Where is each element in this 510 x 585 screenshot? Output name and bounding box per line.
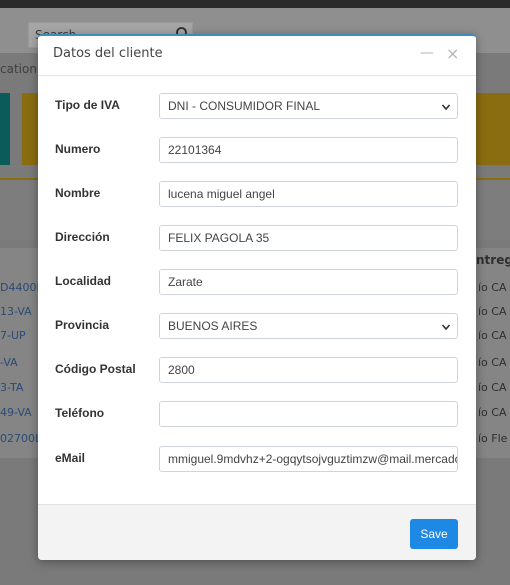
form-row-provincia: Provincia BUENOS AIRES bbox=[38, 313, 476, 339]
numero-input[interactable]: 22101364 bbox=[159, 137, 458, 163]
form-row-localidad: Localidad Zarate bbox=[38, 269, 476, 295]
table-row-shipping: ío CA bbox=[478, 356, 507, 369]
table-row-id[interactable]: 7-UP bbox=[0, 329, 26, 342]
form-row-email: eMail mmiguel.9mdvhz+2-ogqytsojvguztimzw… bbox=[38, 446, 476, 472]
table-row-shipping: ío CA bbox=[478, 381, 507, 394]
email-label: eMail bbox=[55, 451, 86, 465]
table-row-shipping: ío CA bbox=[478, 281, 507, 294]
nombre-label: Nombre bbox=[55, 186, 101, 200]
provincia-label: Provincia bbox=[55, 318, 110, 332]
form-row-tipo-iva: Tipo de IVA DNI - CONSUMIDOR FINAL bbox=[38, 93, 476, 119]
modal-header: Datos del cliente — × bbox=[38, 36, 476, 76]
tipo-iva-label: Tipo de IVA bbox=[55, 98, 120, 112]
direccion-input[interactable]: FELIX PAGOLA 35 bbox=[159, 225, 458, 251]
table-row-shipping: ío CA bbox=[478, 329, 507, 342]
table-row-shipping: ío Fle bbox=[478, 432, 508, 445]
table-row-id[interactable]: 3-TA bbox=[0, 381, 23, 394]
table-row-id[interactable]: 13-VA bbox=[0, 305, 32, 318]
form-row-telefono: Teléfono bbox=[38, 401, 476, 427]
client-modal: Datos del cliente — × Tipo de IVA DNI - … bbox=[38, 34, 476, 560]
table-row-id[interactable]: D4400L bbox=[0, 281, 43, 294]
form-row-direccion: Dirección FELIX PAGOLA 35 bbox=[38, 225, 476, 251]
tipo-iva-select[interactable]: DNI - CONSUMIDOR FINAL bbox=[159, 93, 458, 119]
provincia-select[interactable]: BUENOS AIRES bbox=[159, 313, 458, 339]
stat-card-yellow-right bbox=[476, 93, 510, 165]
chevron-down-icon bbox=[441, 324, 451, 331]
localidad-label: Localidad bbox=[55, 274, 112, 288]
table-row-id[interactable]: -VA bbox=[0, 356, 18, 369]
modal-footer: Save bbox=[38, 504, 476, 560]
numero-label: Numero bbox=[55, 142, 101, 156]
table-header-entrega: ntrega bbox=[476, 253, 510, 267]
minimize-icon[interactable]: — bbox=[420, 45, 434, 61]
stat-card-teal bbox=[0, 93, 10, 165]
table-row-shipping: ío CA bbox=[478, 305, 507, 318]
provincia-value: BUENOS AIRES bbox=[168, 319, 258, 333]
save-button[interactable]: Save bbox=[410, 519, 458, 549]
form-row-codigo-postal: Código Postal 2800 bbox=[38, 357, 476, 383]
nombre-input[interactable]: lucena miguel angel bbox=[159, 181, 458, 207]
table-row-shipping: ío CA bbox=[478, 406, 507, 419]
email-input[interactable]: mmiguel.9mdvhz+2-ogqytsojvguztimzw@mail.… bbox=[159, 446, 458, 472]
table-row-id[interactable]: 49-VA bbox=[0, 406, 32, 419]
codigo-postal-label: Código Postal bbox=[55, 362, 136, 376]
telefono-label: Teléfono bbox=[55, 406, 105, 420]
form-row-numero: Numero 22101364 bbox=[38, 137, 476, 163]
location-label: cation bbox=[0, 62, 37, 76]
chevron-down-icon bbox=[441, 104, 451, 111]
tipo-iva-value: DNI - CONSUMIDOR FINAL bbox=[168, 99, 321, 113]
modal-title: Datos del cliente bbox=[53, 46, 163, 61]
close-icon[interactable]: × bbox=[446, 44, 459, 63]
table-row-id[interactable]: 02700L bbox=[0, 432, 41, 445]
codigo-postal-input[interactable]: 2800 bbox=[159, 357, 458, 383]
localidad-input[interactable]: Zarate bbox=[159, 269, 458, 295]
form-row-nombre: Nombre lucena miguel angel bbox=[38, 181, 476, 207]
direccion-label: Dirección bbox=[55, 230, 110, 244]
telefono-input[interactable] bbox=[159, 401, 458, 427]
top-bar bbox=[0, 0, 510, 8]
